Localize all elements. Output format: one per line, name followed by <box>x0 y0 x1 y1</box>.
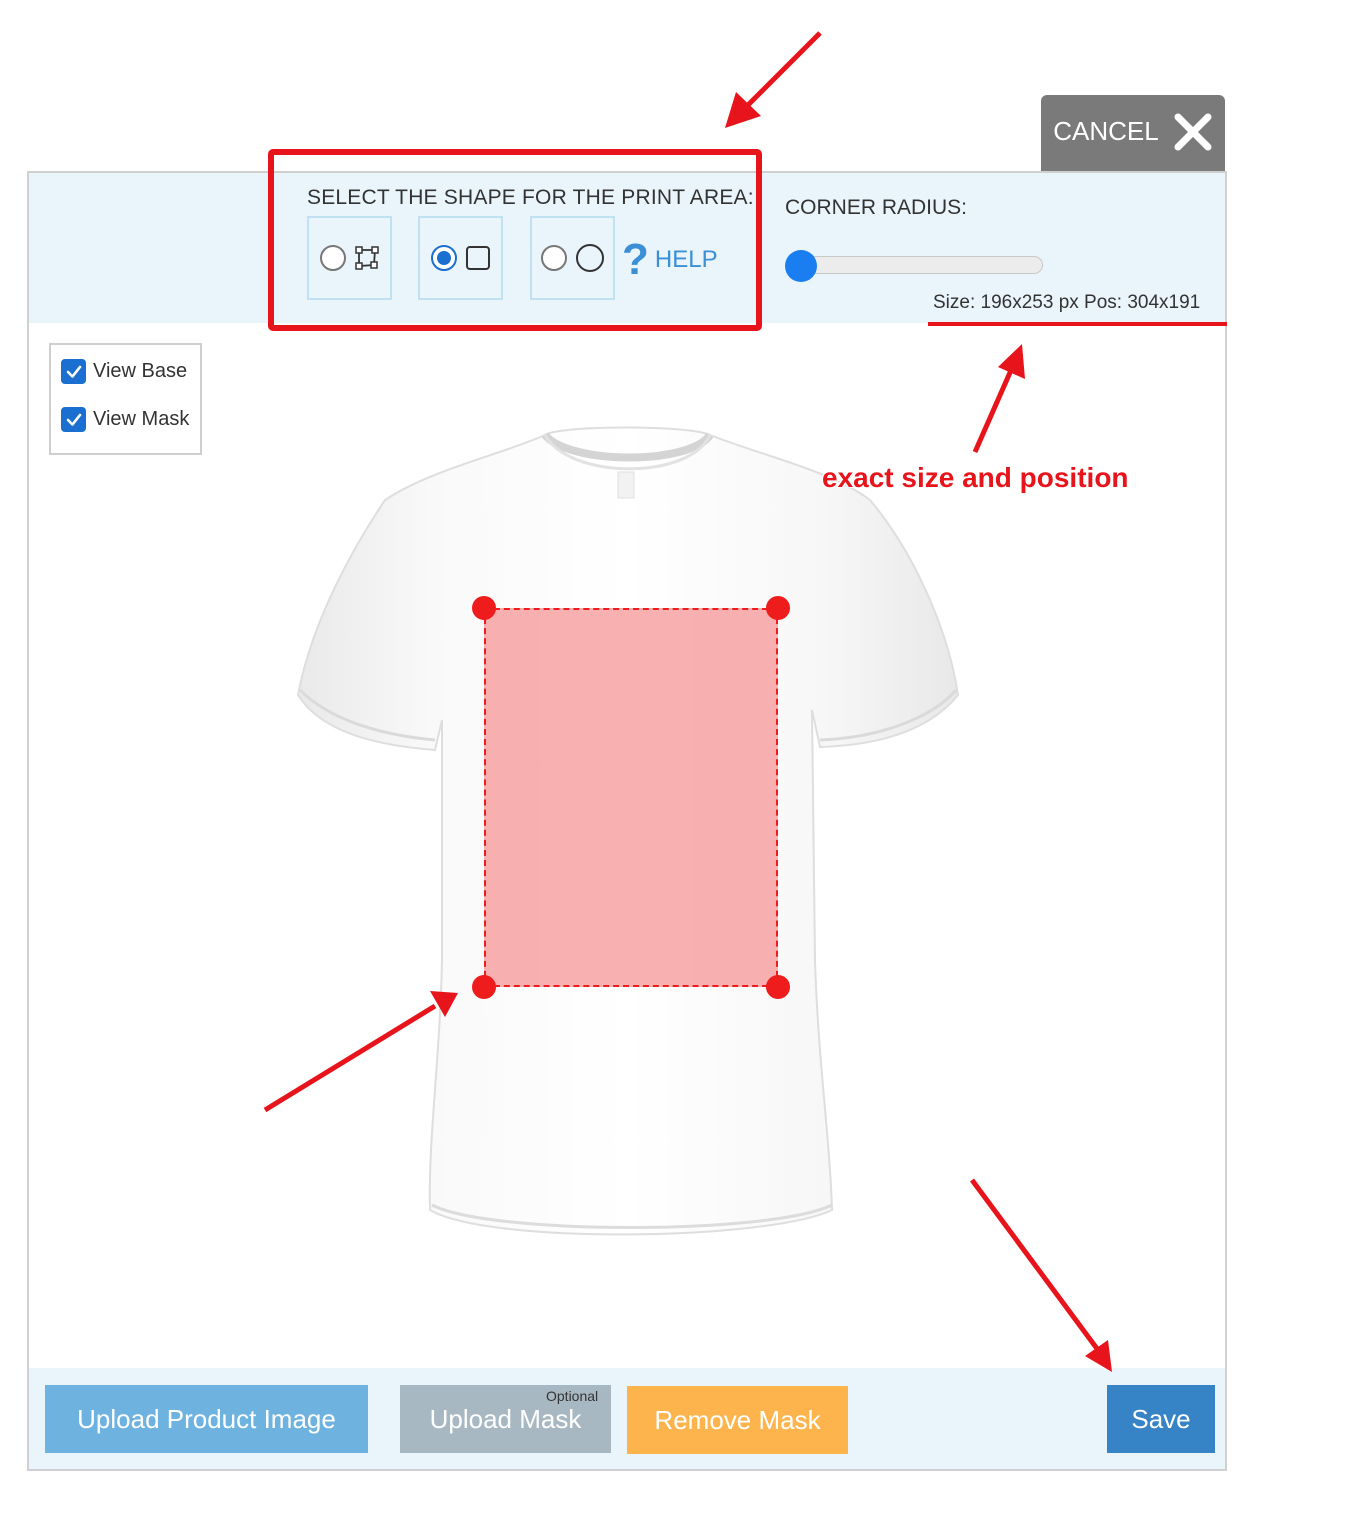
cancel-label: CANCEL <box>1053 116 1159 146</box>
resize-handle-top-left[interactable] <box>472 596 496 620</box>
arrow-to-shape-selector-icon <box>725 31 822 128</box>
upload-product-image-button[interactable]: Upload Product Image <box>45 1385 368 1453</box>
shape-selector-title: SELECT THE SHAPE FOR THE PRINT AREA: <box>307 186 754 209</box>
remove-mask-button[interactable]: Remove Mask <box>627 1386 848 1454</box>
shape-option-circle[interactable] <box>530 216 615 300</box>
square-radio[interactable] <box>430 245 457 271</box>
annotation-text: exact size and position <box>822 462 1129 493</box>
print-area-mask[interactable] <box>484 608 778 987</box>
close-icon <box>1174 113 1212 150</box>
circle-shape-icon <box>575 244 604 272</box>
resize-handle-bottom-right[interactable] <box>766 975 790 999</box>
question-mark-icon: ? <box>622 235 649 284</box>
square-shape-icon <box>465 246 490 270</box>
corner-radius-title: CORNER RADIUS: <box>785 196 968 219</box>
corner-radius-slider-thumb[interactable] <box>785 250 817 282</box>
view-mask-label: View Mask <box>93 408 190 430</box>
checkbox-checked-icon[interactable] <box>61 407 86 432</box>
view-mask-checkbox[interactable]: View Mask <box>61 407 189 432</box>
shape-option-square[interactable] <box>418 216 503 300</box>
optional-note: Optional <box>546 1388 599 1404</box>
shape-option-polygon[interactable] <box>307 216 392 300</box>
resize-handle-top-right[interactable] <box>766 596 790 620</box>
checkbox-checked-icon[interactable] <box>61 359 86 384</box>
cancel-button[interactable]: CANCEL <box>1041 95 1225 172</box>
corner-radius-slider[interactable] <box>800 256 1043 274</box>
resize-handle-bottom-left[interactable] <box>472 975 496 999</box>
view-base-checkbox[interactable]: View Base <box>61 359 187 384</box>
view-base-label: View Base <box>93 360 188 382</box>
size-position-readout: Size: 196x253 px Pos: 304x191 <box>933 292 1201 313</box>
polygon-radio[interactable] <box>319 245 346 271</box>
save-button[interactable]: Save <box>1107 1385 1215 1453</box>
help-link[interactable]: ? HELP <box>622 238 718 282</box>
polygon-shape-icon <box>354 246 379 270</box>
circle-radio[interactable] <box>540 245 567 271</box>
help-label: HELP <box>654 246 718 273</box>
view-options: View Base View Mask <box>49 343 202 455</box>
